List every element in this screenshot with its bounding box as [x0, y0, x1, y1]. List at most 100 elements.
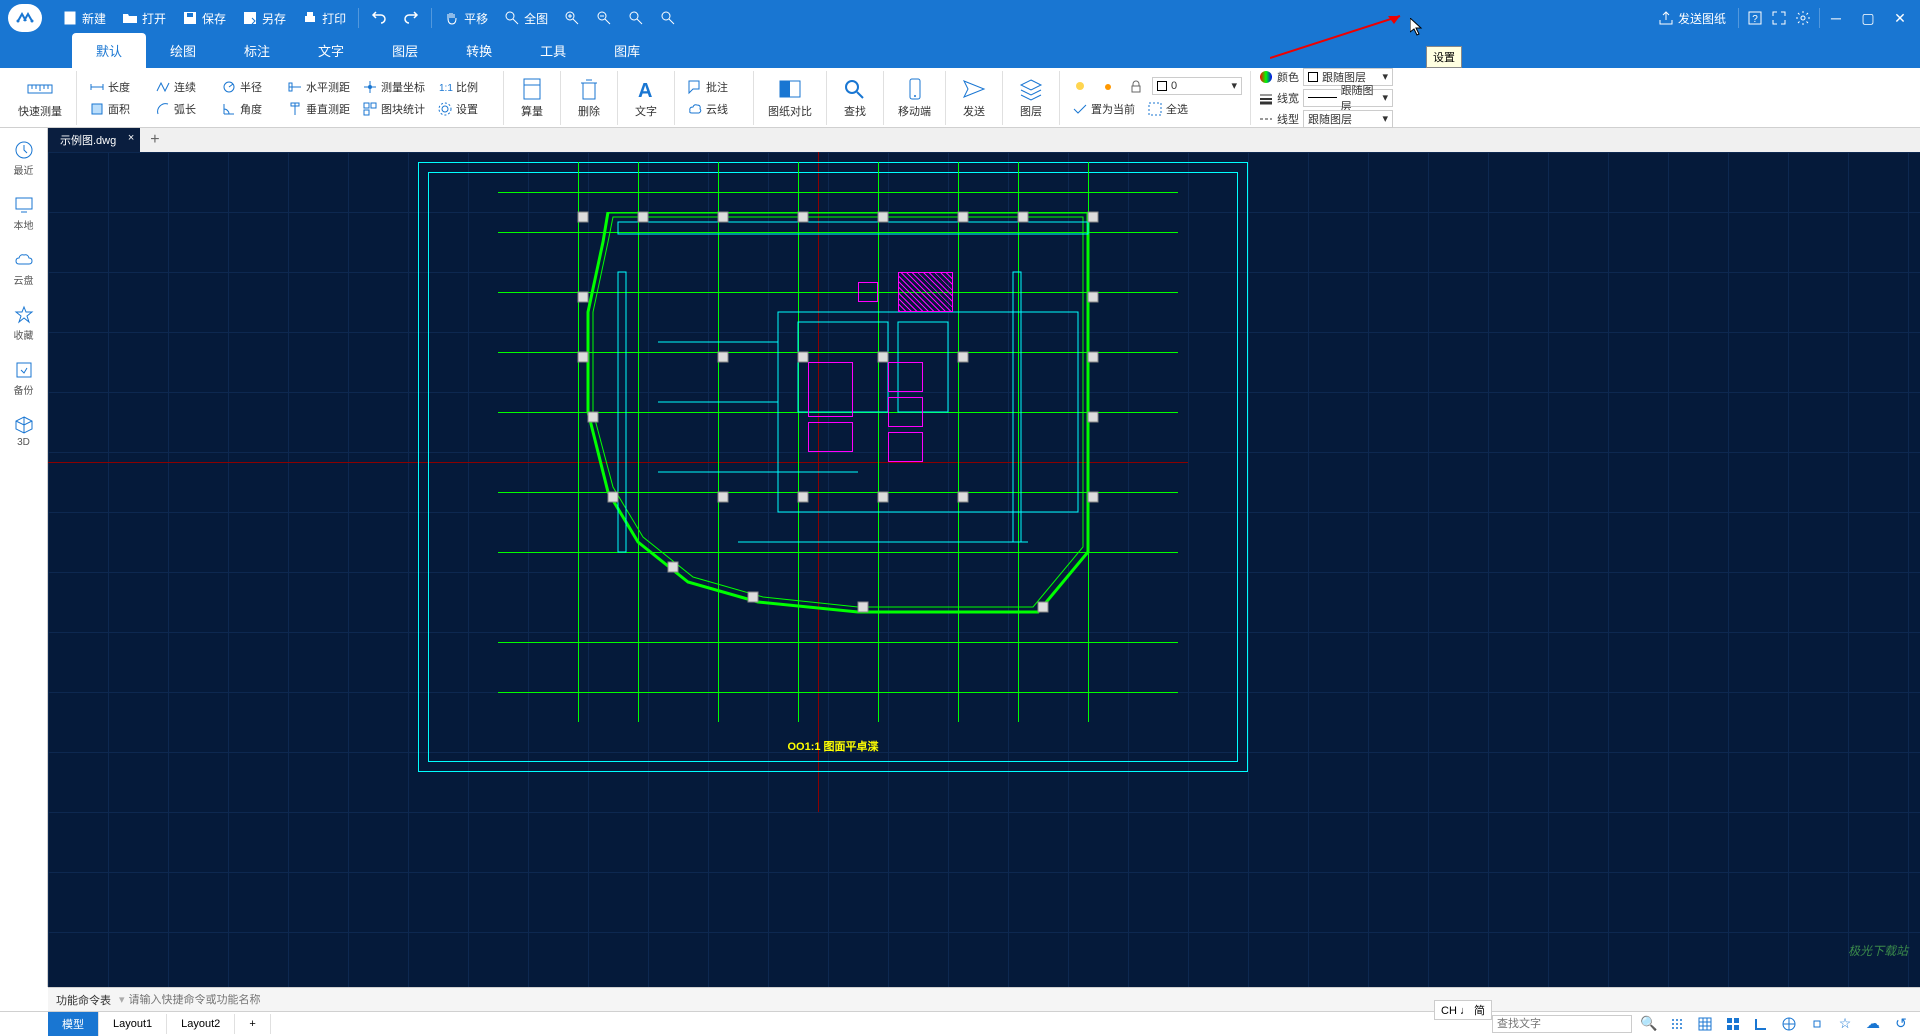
settings-item-button[interactable]: 设置 [433, 99, 495, 119]
set-current-button[interactable]: 置为当前 [1068, 99, 1139, 119]
add-tab-button[interactable]: + [140, 131, 169, 149]
send-drawing-button[interactable]: 发送图纸 [1650, 6, 1734, 31]
share-icon [1658, 10, 1674, 26]
sidebar-favorites[interactable]: 收藏 [10, 301, 38, 346]
layer-button[interactable]: 图层 [1011, 75, 1051, 121]
zoom-window-button[interactable] [620, 6, 652, 30]
snap-grid-button[interactable] [1666, 1014, 1688, 1034]
save-as-button[interactable]: 另存 [234, 6, 294, 31]
print-button[interactable]: 打印 [294, 6, 354, 31]
history-button[interactable]: ↺ [1890, 1014, 1912, 1034]
lineweight-select[interactable]: 跟随图层▾ [1303, 89, 1393, 107]
cloud-button[interactable]: 云线 [683, 99, 745, 119]
compare-icon [776, 77, 804, 101]
continuous-button[interactable]: 连续 [151, 77, 213, 97]
layer-bulb[interactable] [1068, 77, 1092, 97]
layer-lock[interactable] [1124, 77, 1148, 97]
tab-default[interactable]: 默认 [72, 33, 146, 68]
layer-sun[interactable] [1096, 77, 1120, 97]
redo-button[interactable] [395, 6, 427, 30]
grid2-button[interactable] [1722, 1014, 1744, 1034]
save-button[interactable]: 保存 [174, 6, 234, 31]
angle-button[interactable]: 角度 [217, 99, 279, 119]
arc-button[interactable]: 弧长 [151, 99, 213, 119]
zoom-window-icon [628, 10, 644, 26]
tab-annotate[interactable]: 标注 [220, 33, 294, 68]
blockcount-icon [362, 101, 378, 117]
mobile-button[interactable]: 移动端 [892, 75, 937, 121]
undo-button[interactable] [363, 6, 395, 30]
layout-2[interactable]: Layout2 [167, 1014, 235, 1034]
new-button[interactable]: 新建 [54, 6, 114, 31]
zoom-in-button[interactable] [556, 6, 588, 30]
pan-button[interactable]: 平移 [436, 6, 496, 31]
gear-icon [1795, 10, 1811, 26]
compare-button[interactable]: 图纸对比 [762, 75, 818, 121]
help-button[interactable]: ? [1743, 6, 1767, 30]
search-text-input[interactable] [1492, 1015, 1632, 1033]
drawing-title: OO1:1 图面平卓渫 [787, 738, 878, 754]
tab-text[interactable]: 文字 [294, 33, 368, 68]
close-tab-icon[interactable]: × [128, 132, 134, 144]
sidebar-recent[interactable]: 最近 [10, 136, 38, 181]
zoom-fit-button[interactable]: 全图 [496, 6, 556, 31]
document-tab[interactable]: 示例图.dwg× [48, 128, 140, 152]
tab-library[interactable]: 图库 [590, 33, 664, 68]
grid-button[interactable] [1694, 1014, 1716, 1034]
quick-measure-button[interactable]: 快速测量 [12, 75, 68, 121]
send-button[interactable]: 发送 [954, 75, 994, 121]
zoom-out-button[interactable] [588, 6, 620, 30]
linetype-select[interactable]: 跟随图层▾ [1303, 110, 1393, 128]
tab-layers[interactable]: 图层 [368, 33, 442, 68]
scale-button[interactable]: 1:1比例 [433, 77, 495, 97]
tab-draw[interactable]: 绘图 [146, 33, 220, 68]
zoom-prev-button[interactable] [652, 6, 684, 30]
find-button[interactable]: 查找 [835, 75, 875, 121]
calc-button[interactable]: 算量 [512, 75, 552, 121]
blockcount-button[interactable]: 图块统计 [358, 99, 429, 119]
sidebar-local[interactable]: 本地 [10, 191, 38, 236]
sidebar-3d[interactable]: 3D [10, 411, 38, 452]
vdist-button[interactable]: 垂直测距 [283, 99, 354, 119]
radius-button[interactable]: 半径 [217, 77, 279, 97]
svg-text:?: ? [1752, 14, 1758, 25]
layer-combo[interactable]: 0▾ [1152, 77, 1242, 95]
ime-indicator: CH ♩ 简 [1434, 1000, 1492, 1020]
search-icon [841, 77, 869, 101]
favorite-button[interactable]: ☆ [1834, 1014, 1856, 1034]
tab-tools[interactable]: 工具 [516, 33, 590, 68]
layout-1[interactable]: Layout1 [99, 1014, 167, 1034]
cloud-status-button[interactable]: ☁ [1862, 1014, 1884, 1034]
maximize-button[interactable]: ▢ [1856, 6, 1880, 30]
file-new-icon [62, 10, 78, 26]
ortho-button[interactable] [1750, 1014, 1772, 1034]
add-layout-button[interactable]: + [235, 1014, 270, 1034]
select-all-button[interactable]: 全选 [1143, 99, 1205, 119]
close-button[interactable]: ✕ [1888, 6, 1912, 30]
sidebar-cloud[interactable]: 云盘 [10, 246, 38, 291]
text-button[interactable]: A文字 [626, 75, 666, 121]
length-button[interactable]: 长度 [85, 77, 147, 97]
drawing-canvas[interactable]: OO1:1 图面平卓渫 极光下载站 [48, 152, 1920, 987]
search-go-button[interactable]: 🔍 [1638, 1014, 1660, 1034]
app-logo [8, 4, 42, 32]
polar-button[interactable] [1778, 1014, 1800, 1034]
tab-convert[interactable]: 转换 [442, 33, 516, 68]
coord-button[interactable]: 测量坐标 [358, 77, 429, 97]
setcur-icon [1072, 101, 1088, 117]
sidebar-backup[interactable]: 备份 [10, 356, 38, 401]
columns [548, 202, 1128, 672]
delete-button[interactable]: 删除 [569, 75, 609, 121]
area-button[interactable]: 面积 [85, 99, 147, 119]
hdist-button[interactable]: 水平测距 [283, 77, 354, 97]
layout-model[interactable]: 模型 [48, 1012, 99, 1036]
settings-button[interactable] [1791, 6, 1815, 30]
fullscreen-button[interactable] [1767, 6, 1791, 30]
command-input[interactable] [125, 994, 1920, 1006]
osnap-button[interactable] [1806, 1014, 1828, 1034]
open-button[interactable]: 打开 [114, 6, 174, 31]
bulb-icon [1072, 79, 1088, 95]
length-icon [89, 79, 105, 95]
annotate-button[interactable]: 批注 [683, 77, 745, 97]
minimize-button[interactable]: ─ [1824, 6, 1848, 30]
